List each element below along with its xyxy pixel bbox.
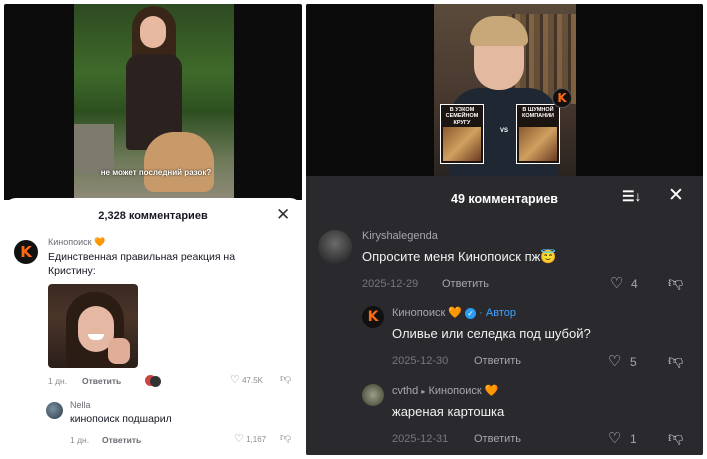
comment-author[interactable]: Nella (70, 400, 91, 410)
reply-to-name: Кинопоиск (428, 385, 482, 397)
avatar[interactable]: K (362, 306, 384, 328)
comment-time: 1 дн. (48, 376, 68, 386)
like-button[interactable]: ♡ 47.5K (230, 373, 263, 386)
orange-heart-icon: 🧡 (94, 237, 106, 247)
reply-arrow-icon: ▸ (421, 387, 426, 396)
reply-button[interactable]: Ответить (474, 355, 521, 367)
author-name: Кинопоиск (48, 237, 92, 247)
reply-button[interactable]: Ответить (442, 278, 489, 290)
comment-time: 1 дн. (70, 435, 90, 445)
reply-button[interactable]: Ответить (474, 433, 521, 445)
dislike-icon[interactable]: 👎︎ (668, 352, 683, 370)
dislike-icon[interactable]: 👎︎ (668, 274, 683, 292)
heart-icon: ♡ (230, 374, 240, 386)
close-icon[interactable]: ✕ (276, 206, 290, 223)
heart-icon[interactable]: ♡ (608, 429, 621, 447)
comment-author[interactable]: Kiryshalegenda (362, 230, 438, 242)
author-name: Кинопоиск (392, 307, 446, 319)
avatar[interactable]: K (14, 240, 38, 264)
heart-icon[interactable]: ♡ (610, 274, 623, 292)
dislike-icon[interactable]: 👎︎ (280, 372, 291, 385)
like-count: 1,167 (246, 435, 267, 444)
heart-icon: ♡ (234, 433, 244, 445)
right-screenshot: В УЗКОМ СЕМЕЙНОМ КРУГУ VS В ШУМНОЙ КОМПА… (306, 4, 703, 455)
comment-text: Опросите меня Кинопоиск пж😇 (362, 249, 557, 264)
reply-button[interactable]: Ответить (82, 376, 121, 386)
avatar[interactable] (362, 384, 384, 406)
poll-card-right: В ШУМНОЙ КОМПАНИИ (516, 104, 560, 164)
comment-text: жареная картошка (392, 404, 505, 419)
comment-date: 2025-12-29 (362, 278, 419, 290)
poll-card-left: В УЗКОМ СЕМЕЙНОМ КРУГУ (440, 104, 484, 164)
comment-image[interactable] (48, 284, 138, 368)
comment-author[interactable]: Кинопоиск 🧡 ✓ · Автор (392, 306, 516, 319)
comment-date: 2025-12-30 (392, 355, 449, 367)
sort-icon[interactable]: ☰↓ (622, 188, 642, 205)
video-frame: В УЗКОМ СЕМЕЙНОМ КРУГУ VS В ШУМНОЙ КОМПА… (434, 4, 576, 176)
like-count: 47.5K (242, 376, 264, 385)
heart-icon[interactable]: ♡ (608, 352, 621, 370)
like-count: 4 (631, 277, 638, 291)
avatar[interactable] (46, 402, 63, 419)
avatar[interactable] (318, 230, 352, 264)
woman-face (140, 16, 166, 48)
dislike-icon[interactable]: 👎︎ (668, 429, 683, 447)
like-button[interactable]: ♡ 1,167 (234, 432, 266, 445)
like-count: 5 (630, 355, 637, 369)
orange-heart-icon: 🧡 (484, 385, 499, 397)
kinopoisk-logo: K (552, 88, 572, 108)
comment-text: Единственная правильная реакция на Крист… (48, 251, 236, 278)
video-player[interactable]: В УЗКОМ СЕМЕЙНОМ КРУГУ VS В ШУМНОЙ КОМПА… (306, 4, 703, 176)
author-tag: · Автор (479, 307, 516, 319)
left-screenshot: не может последний разок? 2,328 коммента… (4, 4, 302, 455)
poll-card-image (519, 127, 557, 161)
reply-button[interactable]: Ответить (102, 435, 141, 445)
poll-card-label: В УЗКОМ СЕМЕЙНОМ КРУГУ (445, 107, 479, 126)
comment-author[interactable]: Кинопоиск 🧡 (48, 237, 105, 248)
comment-text: кинопоиск подшарил (70, 413, 172, 425)
vs-label: VS (500, 128, 509, 134)
bench-image (74, 124, 114, 174)
poll-card-label: В ШУМНОЙ КОМПАНИИ (521, 107, 555, 120)
comments-count: 2,328 комментариев (98, 210, 208, 222)
dog-image (144, 132, 214, 192)
close-icon[interactable]: ✕ (668, 186, 684, 205)
author-name: cvthd (392, 385, 419, 397)
comments-count: 49 комментариев (451, 192, 558, 206)
reaction-avatar (150, 376, 161, 387)
comment-date: 2025-12-31 (392, 433, 449, 445)
poll-card-image (443, 127, 481, 161)
orange-heart-icon: 🧡 (448, 307, 463, 319)
video-caption: не может последний разок? (100, 168, 212, 177)
like-count: 1 (630, 432, 637, 446)
dislike-icon[interactable]: 👎︎ (280, 431, 291, 444)
comment-text: Оливье или селедка под шубой? (392, 326, 591, 341)
girl-hand (108, 338, 130, 364)
comment-author[interactable]: cvthd ▸ Кинопоиск 🧡 (392, 384, 498, 397)
video-player[interactable]: не может последний разок? (4, 4, 302, 200)
verified-icon: ✓ (465, 307, 477, 319)
